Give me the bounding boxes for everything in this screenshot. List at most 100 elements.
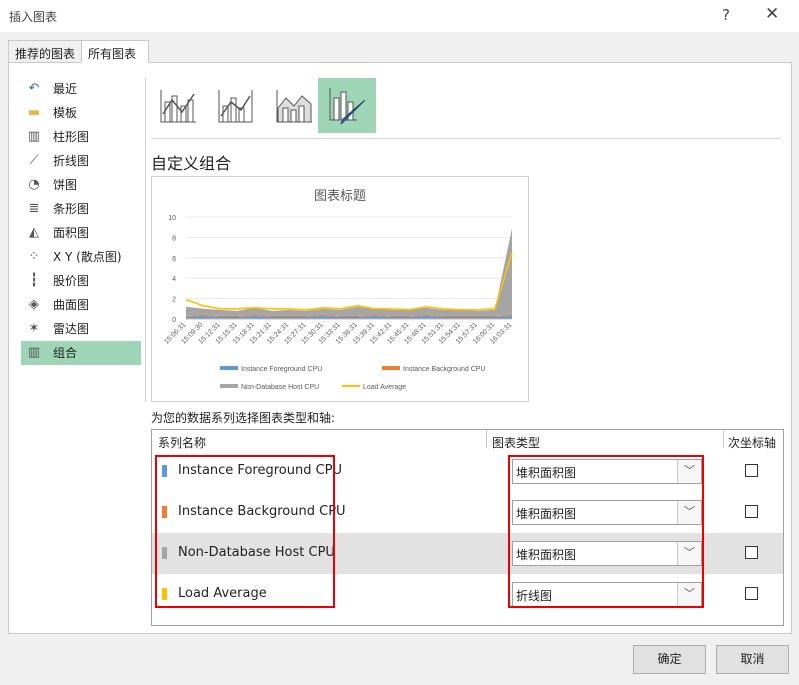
area-series-2 xyxy=(186,228,512,316)
sidebar-item-label: 条形图 xyxy=(53,202,90,216)
surface-chart-icon: ◈ xyxy=(29,297,39,312)
sidebar-item-folder[interactable]: ▬ 模板 xyxy=(21,101,141,125)
legend-swatch xyxy=(220,384,238,388)
window-title: 插入图表 xyxy=(9,10,58,24)
y-tick-label: 8 xyxy=(172,235,176,242)
combo-subtype-stacked-area[interactable] xyxy=(265,78,323,133)
sidebar-item-pie-chart[interactable]: ◔ 饼图 xyxy=(21,173,141,197)
sidebar-item-label: 面积图 xyxy=(53,226,90,240)
chart-type-value: 堆积面积图 xyxy=(516,466,577,480)
sidebar-item-stock-chart[interactable]: ┇ 股价图 xyxy=(21,269,141,293)
y-tick-label: 10 xyxy=(168,215,176,222)
sidebar-item-surface-chart[interactable]: ◈ 曲面图 xyxy=(21,293,141,317)
sidebar-item-label: 柱形图 xyxy=(53,130,90,144)
title-bar: 插入图表 ? ✕ xyxy=(0,0,799,32)
chart-canvas: 024681015:06:3115:09:3015:12:3115:15:311… xyxy=(163,215,513,391)
main-panel: ↶ 最近 ▬ 模板 ▥ 柱形图 ⟋ 折线图 ◔ 饼图 ≣ 条形图 ◭ 面积图 ⁘ X Y (散点图) ┇ 股价图 ◈… xyxy=(8,62,792,634)
recent-icon: ↶ xyxy=(28,81,40,96)
series-row: Instance Foreground CPU 堆积面积图 ﹀ xyxy=(152,451,783,492)
legend-label: Instance Background CPU xyxy=(403,366,486,373)
sidebar-divider xyxy=(145,77,146,402)
series-row: Instance Background CPU 堆积面积图 ﹀ xyxy=(152,492,783,533)
sidebar-item-radar-chart[interactable]: ✶ 雷达图 xyxy=(21,317,141,341)
radar-chart-icon: ✶ xyxy=(28,321,40,336)
series-assign-label: 为您的数据系列选择图表类型和轴: xyxy=(151,411,336,425)
chart-type-value: 堆积面积图 xyxy=(516,548,577,562)
col-header-secondary-axis: 次坐标轴 xyxy=(728,436,777,450)
folder-icon: ▬ xyxy=(27,105,41,120)
legend-swatch xyxy=(220,366,238,370)
y-tick-label: 6 xyxy=(172,256,176,263)
sidebar-item-label: 股价图 xyxy=(53,274,90,288)
chevron-down-icon[interactable]: ﹀ xyxy=(677,501,701,524)
tab-all-charts[interactable]: 所有图表 xyxy=(81,40,149,63)
chart-type-value: 折线图 xyxy=(516,589,553,603)
series-name: Non-Database Host CPU xyxy=(178,545,335,560)
sidebar-item-line-chart[interactable]: ⟋ 折线图 xyxy=(21,149,141,173)
sidebar-item-label: X Y (散点图) xyxy=(53,250,122,264)
combo-chart-icon: ▥ xyxy=(27,345,41,360)
scatter-chart-icon: ⁘ xyxy=(28,249,40,264)
sidebar-item-area-chart[interactable]: ◭ 面积图 xyxy=(21,221,141,245)
series-name: Instance Foreground CPU xyxy=(178,463,343,478)
series-color-swatch xyxy=(162,547,167,559)
y-tick-label: 0 xyxy=(172,317,176,324)
combo-subtype-secondary-axis[interactable] xyxy=(207,78,265,133)
secondary-axis-checkbox[interactable] xyxy=(745,587,758,600)
sidebar-item-label: 折线图 xyxy=(53,154,90,168)
y-tick-label: 4 xyxy=(172,276,176,283)
combo-title: 自定义组合 xyxy=(151,154,232,173)
chart-type-select[interactable]: 堆积面积图 ﹀ xyxy=(512,500,702,525)
series-color-swatch xyxy=(162,465,167,477)
chart-type-select[interactable]: 堆积面积图 ﹀ xyxy=(512,459,702,484)
combo-subtype-clustered-line[interactable] xyxy=(149,78,207,133)
close-button[interactable]: ✕ xyxy=(765,4,779,24)
sidebar-item-label: 模板 xyxy=(53,106,78,120)
sidebar-item-bar-chart[interactable]: ≣ 条形图 xyxy=(21,197,141,221)
y-tick-label: 2 xyxy=(172,297,176,304)
sidebar-item-label: 饼图 xyxy=(53,178,78,192)
combo-clustered-line-icon xyxy=(160,89,196,122)
legend-label: Non-Database Host CPU xyxy=(241,384,319,391)
chart-type-select[interactable]: 堆积面积图 ﹀ xyxy=(512,541,702,566)
series-name: Instance Background CPU xyxy=(178,504,346,519)
ok-button[interactable]: 确定 xyxy=(633,645,706,674)
legend-label: Instance Foreground CPU xyxy=(241,366,322,373)
secondary-axis-checkbox[interactable] xyxy=(745,546,758,559)
stock-chart-icon: ┇ xyxy=(30,273,38,288)
sidebar-item-column-chart[interactable]: ▥ 柱形图 xyxy=(21,125,141,149)
pie-chart-icon: ◔ xyxy=(28,177,40,192)
line-series-3 xyxy=(185,252,513,311)
series-table: 系列名称 图表类型 次坐标轴 Instance Foreground CPU 堆积… xyxy=(151,429,784,626)
sidebar-item-recent[interactable]: ↶ 最近 xyxy=(21,77,141,101)
series-color-swatch xyxy=(162,506,167,518)
sidebar-item-label: 曲面图 xyxy=(53,298,90,312)
series-color-swatch xyxy=(162,588,167,600)
chart-type-value: 堆积面积图 xyxy=(516,507,577,521)
sidebar-item-scatter-chart[interactable]: ⁘ X Y (散点图) xyxy=(21,245,141,269)
secondary-axis-checkbox[interactable] xyxy=(745,505,758,518)
combo-stacked-area-icon xyxy=(276,89,312,122)
sidebar-item-label: 组合 xyxy=(53,346,78,360)
series-row: Load Average 折线图 ﹀ xyxy=(152,574,783,615)
series-row: Non-Database Host CPU 堆积面积图 ﹀ xyxy=(152,533,783,574)
col-header-name: 系列名称 xyxy=(158,436,207,450)
sidebar-item-label: 雷达图 xyxy=(53,322,90,336)
chevron-down-icon[interactable]: ﹀ xyxy=(677,542,701,565)
cancel-button[interactable]: 取消 xyxy=(716,645,789,674)
col-divider xyxy=(723,430,724,448)
combo-subtype-custom[interactable] xyxy=(318,78,376,133)
secondary-axis-checkbox[interactable] xyxy=(745,464,758,477)
column-chart-icon: ▥ xyxy=(27,129,41,144)
legend-label: Load Average xyxy=(363,384,406,391)
series-name: Load Average xyxy=(178,586,267,601)
combo-secondary-axis-icon xyxy=(218,89,253,122)
tab-recommended[interactable]: 推荐的图表 xyxy=(8,40,82,63)
sidebar-item-combo-chart[interactable]: ▥ 组合 xyxy=(21,341,141,365)
chevron-down-icon[interactable]: ﹀ xyxy=(677,583,701,606)
chevron-down-icon[interactable]: ﹀ xyxy=(677,460,701,483)
chart-type-select[interactable]: 折线图 ﹀ xyxy=(512,582,702,607)
sidebar-item-label: 最近 xyxy=(53,82,78,96)
custom-combo-icon xyxy=(329,87,366,124)
help-button[interactable]: ? xyxy=(722,6,730,24)
